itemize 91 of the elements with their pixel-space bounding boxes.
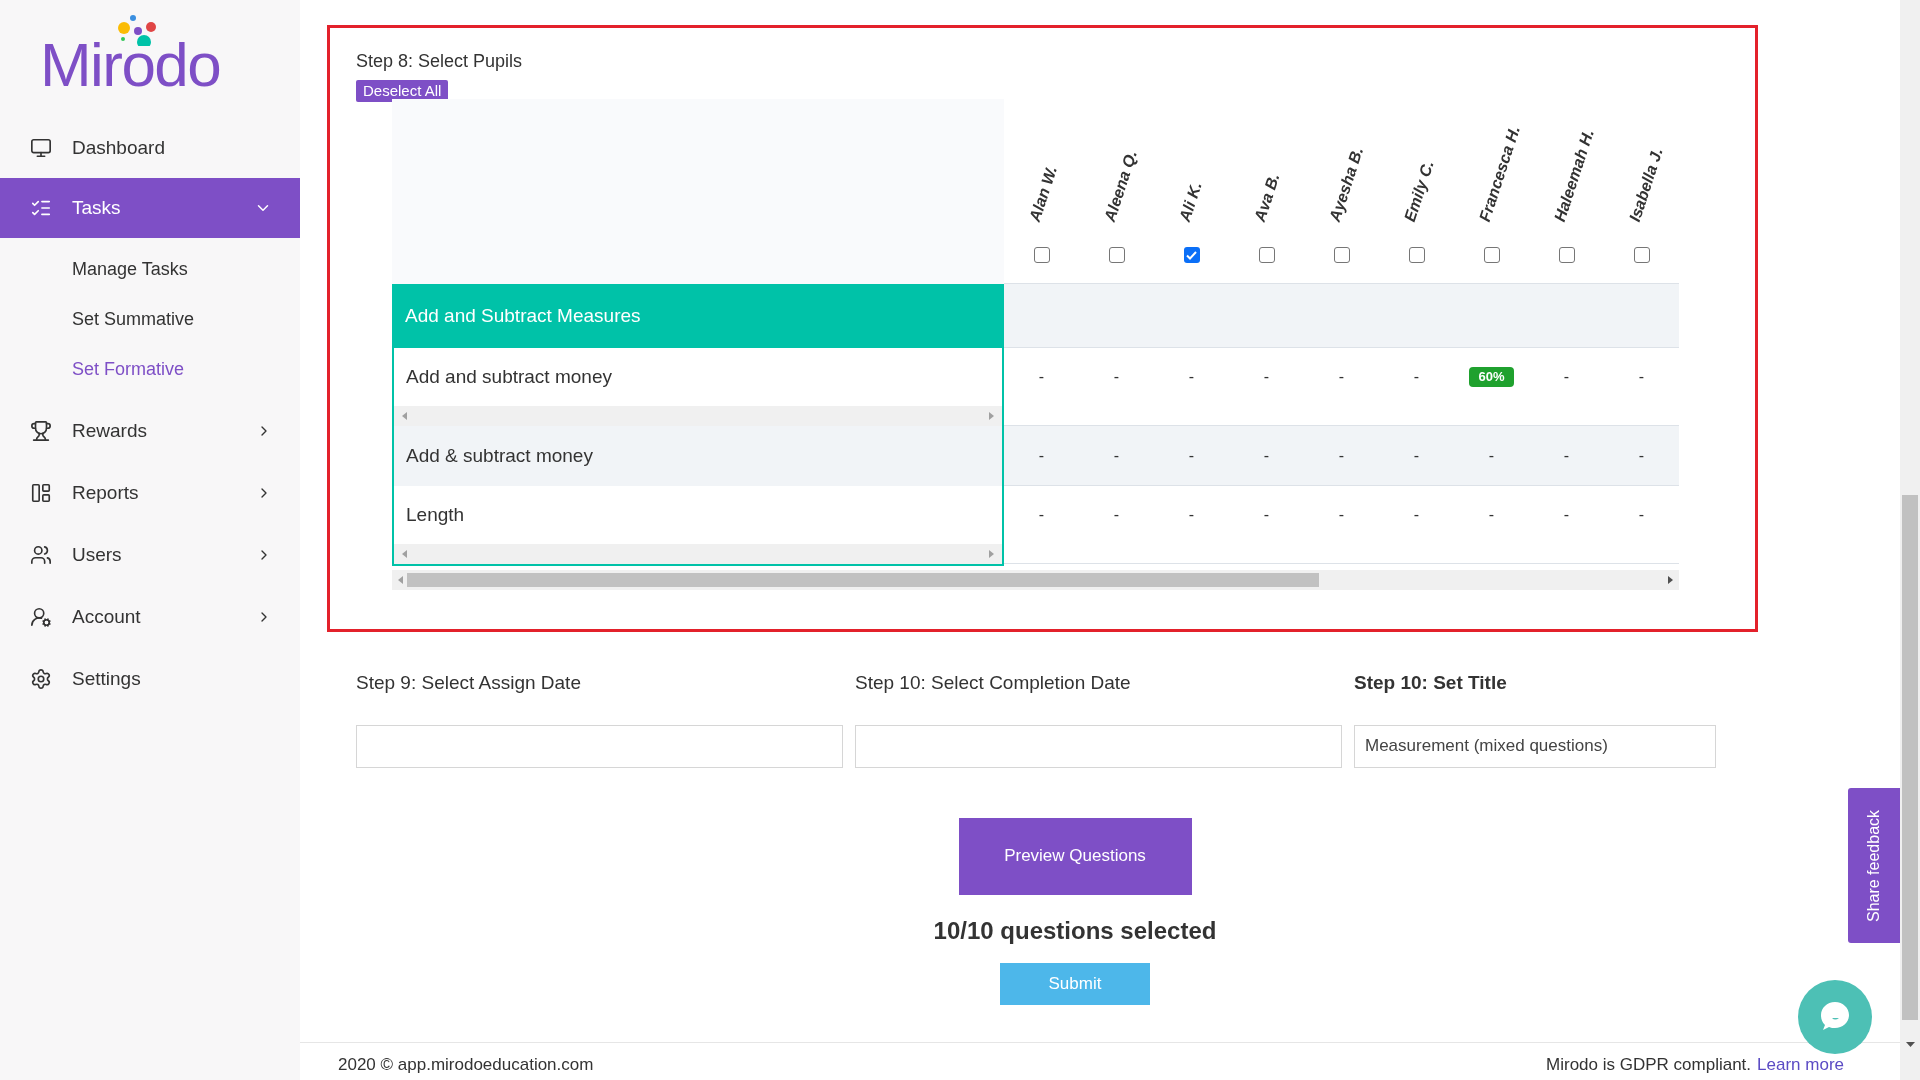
nav-item[interactable]: Users	[0, 525, 300, 585]
table-cell-text: -	[1488, 505, 1495, 525]
monitor-icon	[30, 137, 52, 159]
checkbox[interactable]	[1633, 247, 1650, 263]
table-cell: -	[1038, 445, 1045, 466]
table-cell: -	[1413, 445, 1420, 466]
table-cell-text: -	[1638, 505, 1645, 525]
checkbox[interactable]	[1258, 247, 1275, 263]
topic-label: Length	[405, 502, 466, 527]
table-cell-text: -	[1338, 367, 1345, 387]
submenu-item[interactable]: Set Formative	[0, 344, 300, 394]
pupil-name: Aleena Q.	[1100, 147, 1141, 225]
scroll-down-icon	[1905, 1042, 1915, 1047]
gdpr-text: Mirodo is GDPR compliant.	[1546, 1055, 1752, 1076]
table-cell: -	[1638, 445, 1645, 466]
table-cell-text: -	[1263, 505, 1270, 525]
checkbox[interactable]	[1408, 247, 1425, 263]
checkbox[interactable]	[1108, 247, 1125, 263]
checkbox[interactable]	[1558, 247, 1575, 263]
nav-item[interactable]: Tasks	[0, 178, 300, 238]
field-label: Step 9: Select Assign Date	[356, 671, 582, 695]
pupil-name: Ali K.	[1175, 178, 1206, 225]
scroll-right-icon	[989, 412, 994, 420]
completion-date-field[interactable]	[855, 724, 1342, 768]
scroll-left-icon	[402, 412, 407, 420]
checkbox[interactable]	[1333, 247, 1350, 263]
scroll-right-icon	[1668, 576, 1673, 584]
table-cell-text: -	[1188, 367, 1195, 387]
step-label: Step 8: Select Pupils	[356, 50, 524, 73]
table-cell: -	[1188, 445, 1195, 466]
table-cell: -	[1488, 445, 1495, 466]
check-icon	[1186, 250, 1197, 260]
table-cell-text: -	[1038, 367, 1045, 387]
table-cell-text: -	[1113, 505, 1120, 525]
checkbox[interactable]	[1183, 247, 1200, 263]
table-cell: -	[1263, 445, 1270, 466]
table-cell-text: -	[1638, 367, 1645, 387]
table-cell-text: -	[1113, 367, 1120, 387]
table-cell-text: -	[1563, 367, 1570, 387]
pupil-name: Emily C.	[1400, 157, 1438, 225]
users-icon	[30, 544, 52, 566]
questions-count: 10/10 questions selected	[933, 915, 1217, 946]
field-label: Step 10: Set Title	[1354, 671, 1508, 695]
table-cell-text: -	[1263, 367, 1270, 387]
deselect-all-button[interactable]: Deselect All	[356, 80, 449, 102]
checkbox[interactable]	[1483, 247, 1500, 263]
scroll-thumb[interactable]	[407, 573, 1319, 587]
settings-icon	[30, 668, 52, 690]
trophy-icon	[30, 420, 52, 442]
learn-more-link[interactable]: Learn more	[1757, 1055, 1844, 1080]
pupil-name: Ava B.	[1250, 170, 1284, 225]
topic-label: Add and subtract money	[405, 364, 613, 389]
nav-item[interactable]: Reports	[0, 463, 300, 523]
scroll-left-icon	[402, 550, 407, 558]
page-scrollbar[interactable]	[1900, 0, 1920, 1080]
nav-item[interactable]: Settings	[0, 649, 300, 709]
logo[interactable]: Mirodo	[40, 14, 221, 96]
table-cell-text: -	[1563, 505, 1570, 525]
table-cell-text: -	[1338, 505, 1345, 525]
table-cell: -	[1563, 445, 1570, 466]
scroll-right-icon	[989, 550, 994, 558]
checkbox[interactable]	[1033, 247, 1050, 263]
table-cell-text: -	[1413, 367, 1420, 387]
assign-date-field[interactable]	[356, 724, 843, 768]
panel-icon	[30, 482, 52, 504]
nav-item[interactable]: Account	[0, 587, 300, 647]
user-icon	[30, 606, 52, 628]
topic-label: Add & subtract money	[405, 443, 594, 468]
scrollbar[interactable]	[394, 406, 1002, 426]
table-cell: -	[1113, 445, 1120, 466]
pupil-name: Alan W.	[1025, 162, 1061, 225]
section-header: Add and Subtract Measures	[392, 284, 1004, 348]
pupil-name: Ayesha B.	[1325, 144, 1368, 225]
scroll-thumb[interactable]	[1902, 495, 1918, 1020]
table-cell-text: -	[1413, 505, 1420, 525]
submenu-item[interactable]: Set Summative	[0, 294, 300, 344]
scrollbar[interactable]	[394, 544, 1002, 564]
share-feedback-tab[interactable]: Share feedback	[1848, 788, 1900, 943]
nav-item[interactable]: Dashboard	[0, 118, 300, 178]
table-cell-text: -	[1188, 505, 1195, 525]
table-cell-text: -	[1038, 505, 1045, 525]
field-label: Step 10: Select Completion Date	[855, 671, 1132, 695]
scroll-left-icon	[398, 576, 403, 584]
nav-item[interactable]: Rewards	[0, 401, 300, 461]
score-badge: 60%	[1469, 367, 1514, 387]
submenu-item[interactable]: Manage Tasks	[0, 244, 300, 294]
title-field[interactable]: Measurement (mixed questions)	[1354, 724, 1716, 768]
table-cell: -	[1338, 445, 1345, 466]
preview-questions-button[interactable]: Preview Questions	[958, 817, 1192, 895]
horizontal-scrollbar[interactable]	[392, 570, 1679, 590]
copyright-text: 2020 © app.mirodoeducation.com	[338, 1055, 594, 1076]
